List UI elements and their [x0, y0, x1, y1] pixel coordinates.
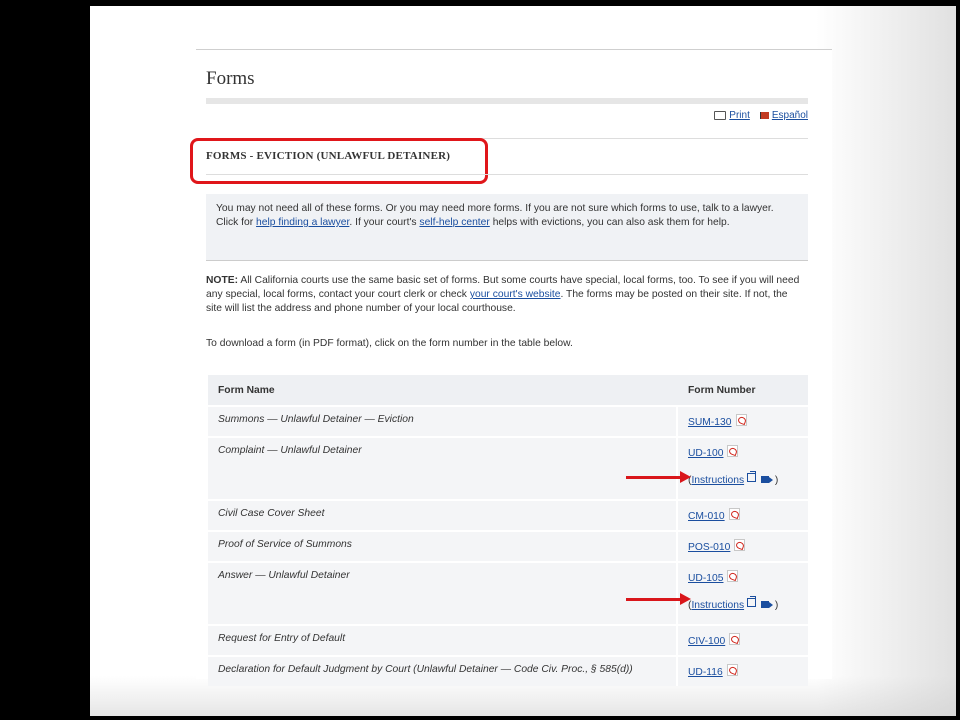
table-row: Answer — Unlawful Detainer UD-105 (Instr… — [208, 563, 808, 624]
highlight-box — [190, 138, 488, 184]
form-name: Declaration for Default Judgment by Cour… — [208, 657, 678, 686]
form-number-cell: CM-010 — [678, 501, 808, 530]
court-website-link[interactable]: your court's website — [470, 289, 561, 300]
form-number-cell: POS-010 — [678, 532, 808, 561]
page-title: Forms — [206, 68, 255, 89]
table-row: Civil Case Cover Sheet CM-010 — [208, 501, 808, 530]
pdf-icon — [726, 664, 738, 676]
pdf-icon — [734, 539, 746, 551]
download-instructions: To download a form (in PDF format), clic… — [206, 338, 573, 349]
external-link-icon — [747, 596, 757, 607]
instructions-line: (Instructions ) — [688, 596, 779, 611]
note-paragraph: NOTE: All California courts use the same… — [206, 274, 806, 316]
red-arrow-annotation — [626, 593, 691, 605]
note-label: NOTE: — [206, 275, 239, 286]
print-link[interactable]: Print — [714, 110, 750, 121]
table-row: Summons — Unlawful Detainer — Eviction S… — [208, 407, 808, 436]
video-icon[interactable] — [761, 476, 774, 483]
form-number-cell: SUM-130 — [678, 407, 808, 436]
divider — [206, 174, 808, 175]
web-page: Forms Print Español FORMS - EVICTION (UN… — [190, 49, 832, 686]
form-name: Request for Entry of Default — [208, 626, 678, 655]
intro-text: helps with evictions, you can also ask t… — [489, 217, 730, 228]
pdf-icon — [727, 445, 739, 457]
red-arrow-annotation — [626, 471, 691, 483]
self-help-center-link[interactable]: self-help center — [419, 217, 489, 228]
form-number-cell: UD-100 (Instructions ) — [678, 438, 808, 499]
form-name: Answer — Unlawful Detainer — [208, 563, 678, 624]
table-row: Complaint — Unlawful Detainer UD-100 (In… — [208, 438, 808, 499]
form-number-link[interactable]: UD-116 — [688, 667, 723, 678]
instructions-line: (Instructions ) — [688, 471, 779, 486]
form-name: Complaint — Unlawful Detainer — [208, 438, 678, 499]
help-finding-lawyer-link[interactable]: help finding a lawyer — [256, 217, 349, 228]
espanol-label: Español — [771, 110, 808, 121]
external-link-icon — [747, 471, 757, 482]
forms-table: Form Name Form Number Summons — Unlawful… — [208, 373, 808, 688]
column-header-form-name: Form Name — [208, 375, 678, 405]
espanol-link[interactable]: Español — [759, 110, 808, 121]
toolbar: Print Español — [714, 110, 808, 121]
form-number-link[interactable]: CIV-100 — [688, 636, 725, 647]
form-number-cell: UD-105 (Instructions ) — [678, 563, 808, 624]
flag-icon — [759, 112, 769, 119]
instructions-link[interactable]: Instructions — [691, 475, 744, 486]
column-header-form-number: Form Number — [678, 375, 808, 405]
pdf-icon — [735, 414, 747, 426]
form-number-cell: UD-116 — [678, 657, 808, 686]
form-name: Summons — Unlawful Detainer — Eviction — [208, 407, 678, 436]
video-icon[interactable] — [761, 601, 774, 608]
print-label: Print — [729, 110, 750, 121]
form-number-link[interactable]: POS-010 — [688, 542, 730, 553]
form-number-link[interactable]: UD-100 — [688, 448, 723, 459]
form-number-link[interactable]: UD-105 — [688, 573, 723, 584]
pdf-icon — [727, 570, 739, 582]
form-name: Proof of Service of Summons — [208, 532, 678, 561]
pdf-icon — [728, 508, 740, 520]
form-name: Civil Case Cover Sheet — [208, 501, 678, 530]
intro-box: You may not need all of these forms. Or … — [206, 194, 808, 261]
intro-text: . If your court's — [349, 217, 420, 228]
slide-shade-right — [816, 6, 956, 716]
table-row: Request for Entry of Default CIV-100 — [208, 626, 808, 655]
title-rule — [206, 98, 808, 104]
table-row: Proof of Service of Summons POS-010 — [208, 532, 808, 561]
form-number-link[interactable]: CM-010 — [688, 511, 725, 522]
pdf-icon — [729, 633, 741, 645]
table-row: Declaration for Default Judgment by Cour… — [208, 657, 808, 686]
form-number-cell: CIV-100 — [678, 626, 808, 655]
instructions-link[interactable]: Instructions — [691, 600, 744, 611]
print-icon — [714, 111, 727, 120]
form-number-link[interactable]: SUM-130 — [688, 417, 732, 428]
